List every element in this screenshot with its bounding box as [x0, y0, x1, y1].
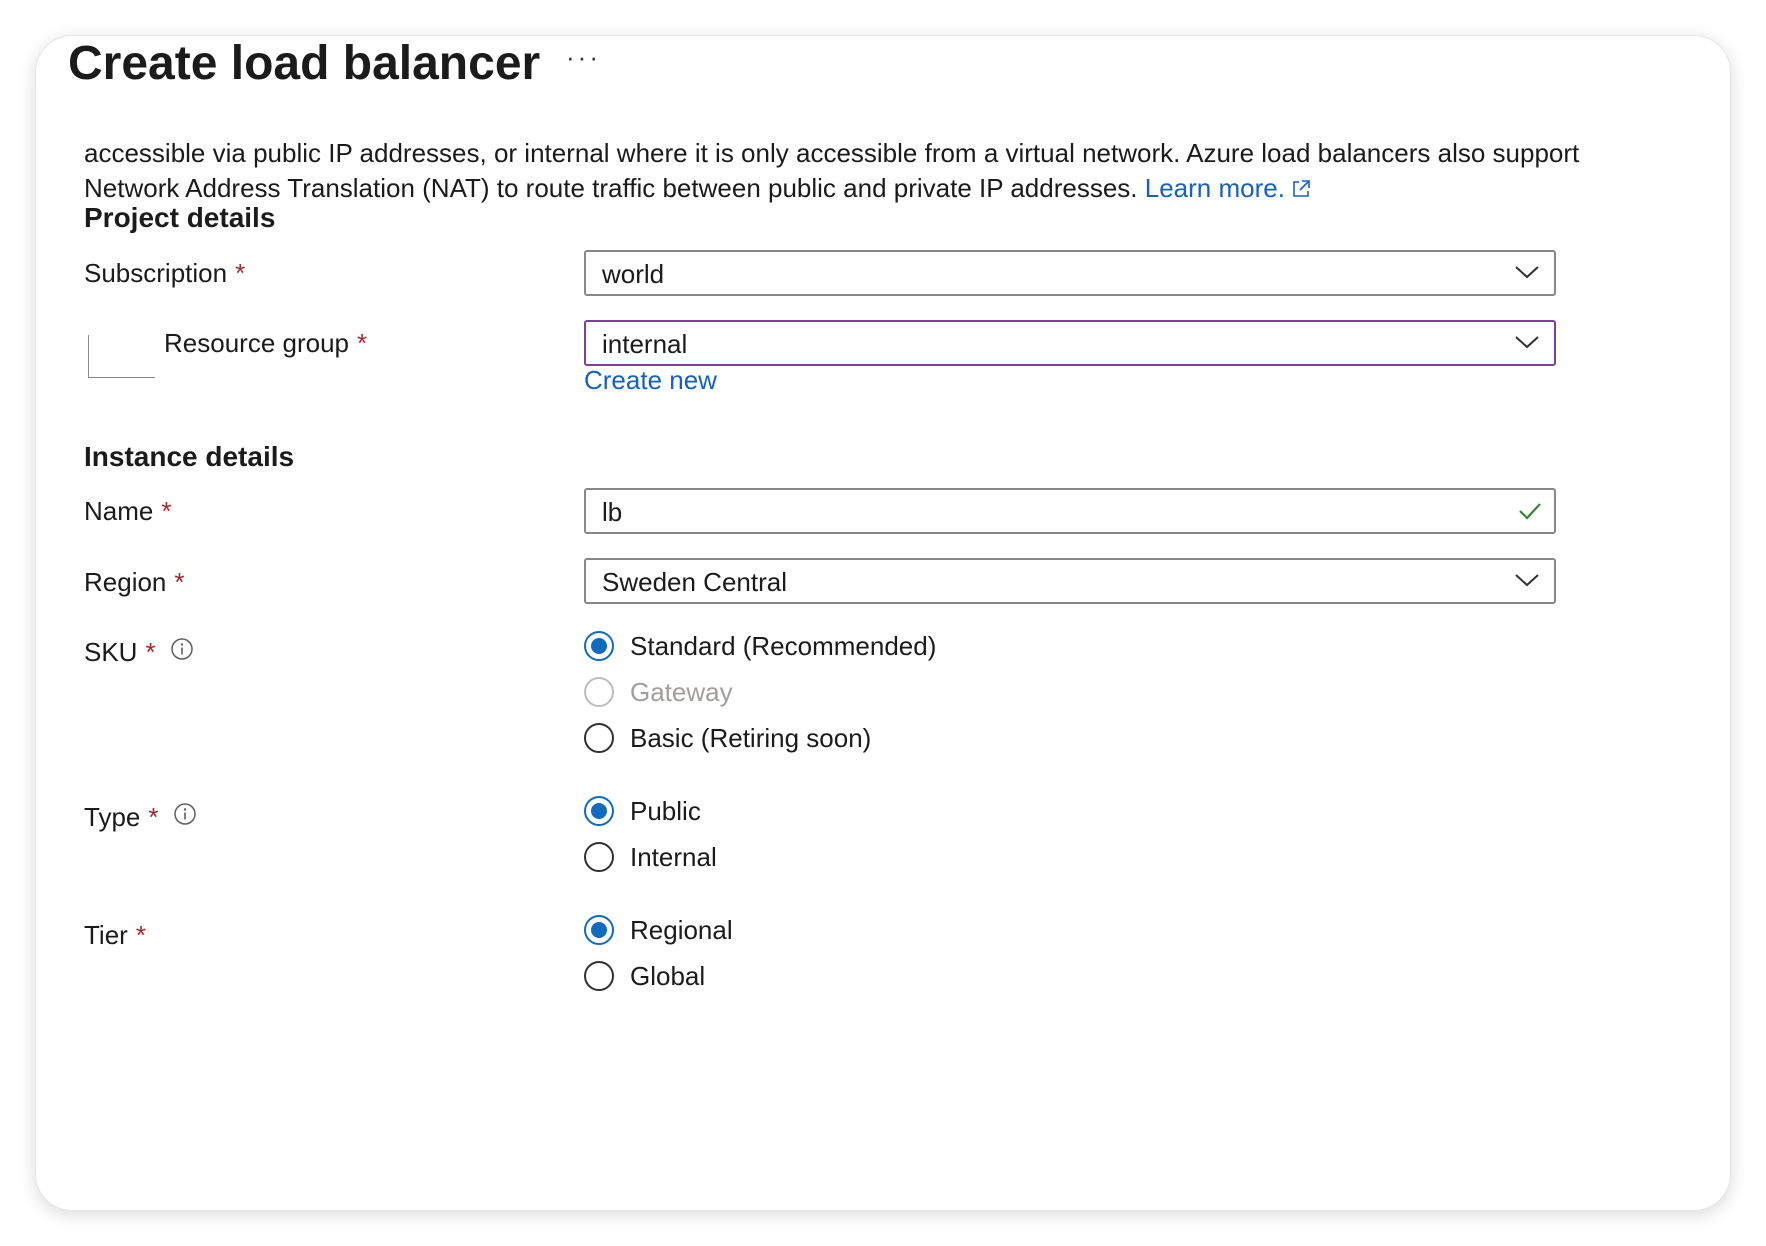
- subscription-dropdown[interactable]: world: [584, 250, 1556, 296]
- sku-option-gateway: Gateway: [584, 672, 733, 712]
- radio-selected[interactable]: [584, 631, 614, 661]
- external-link-icon: [1291, 173, 1311, 208]
- chevron-down-icon: [1514, 264, 1540, 285]
- subscription-value: world: [602, 259, 665, 289]
- radio-disabled: [584, 677, 614, 707]
- sku-option-standard[interactable]: Standard (Recommended): [584, 626, 936, 666]
- tree-connector: [88, 335, 155, 378]
- required-marker: *: [145, 637, 156, 667]
- radio-unselected[interactable]: [584, 723, 614, 753]
- required-marker: *: [235, 258, 246, 288]
- type-option-internal[interactable]: Internal: [584, 837, 717, 877]
- name-input[interactable]: lb: [584, 488, 1556, 534]
- learn-more-link[interactable]: Learn more.: [1145, 173, 1311, 203]
- project-details-heading: Project details: [84, 202, 276, 233]
- tier-option-global[interactable]: Global: [584, 956, 705, 996]
- description: accessible via public IP addresses, or i…: [84, 136, 1644, 208]
- sku-option-basic[interactable]: Basic (Retiring soon): [584, 718, 871, 758]
- required-marker: *: [174, 567, 185, 597]
- description-line-2: Network Address Translation (NAT) to rou…: [84, 171, 1644, 208]
- checkmark-icon: [1518, 501, 1542, 526]
- page-title: Create load balancer: [68, 37, 541, 90]
- radio-selected[interactable]: [584, 915, 614, 945]
- required-marker: *: [161, 496, 172, 526]
- name-label: Name *: [84, 496, 172, 526]
- required-marker: *: [357, 328, 368, 358]
- description-line-1: accessible via public IP addresses, or i…: [84, 138, 1580, 168]
- required-marker: *: [135, 920, 146, 950]
- type-option-public[interactable]: Public: [584, 791, 701, 831]
- resource-group-value: internal: [602, 329, 688, 359]
- region-value: Sweden Central: [602, 567, 787, 597]
- resource-group-dropdown[interactable]: internal: [584, 320, 1556, 366]
- instance-details-heading: Instance details: [84, 441, 295, 472]
- create-new-link[interactable]: Create new: [584, 365, 717, 396]
- name-value: lb: [602, 497, 623, 527]
- tier-option-regional[interactable]: Regional: [584, 910, 733, 950]
- info-icon[interactable]: [170, 637, 194, 668]
- resource-group-label: Resource group *: [164, 328, 368, 358]
- blade-panel: Create load balancer ··· accessible via …: [36, 36, 1730, 1210]
- chevron-down-icon: [1514, 572, 1540, 593]
- tier-label: Tier *: [84, 920, 146, 950]
- chevron-down-icon: [1514, 334, 1540, 355]
- type-label: Type *: [84, 802, 197, 833]
- info-icon[interactable]: [173, 802, 197, 833]
- subscription-label: Subscription *: [84, 258, 246, 288]
- more-actions-button[interactable]: ···: [566, 42, 601, 73]
- region-label: Region *: [84, 567, 185, 597]
- sku-label: SKU *: [84, 637, 194, 668]
- required-marker: *: [148, 802, 159, 832]
- radio-selected[interactable]: [584, 796, 614, 826]
- region-dropdown[interactable]: Sweden Central: [584, 558, 1556, 604]
- radio-unselected[interactable]: [584, 842, 614, 872]
- radio-unselected[interactable]: [584, 961, 614, 991]
